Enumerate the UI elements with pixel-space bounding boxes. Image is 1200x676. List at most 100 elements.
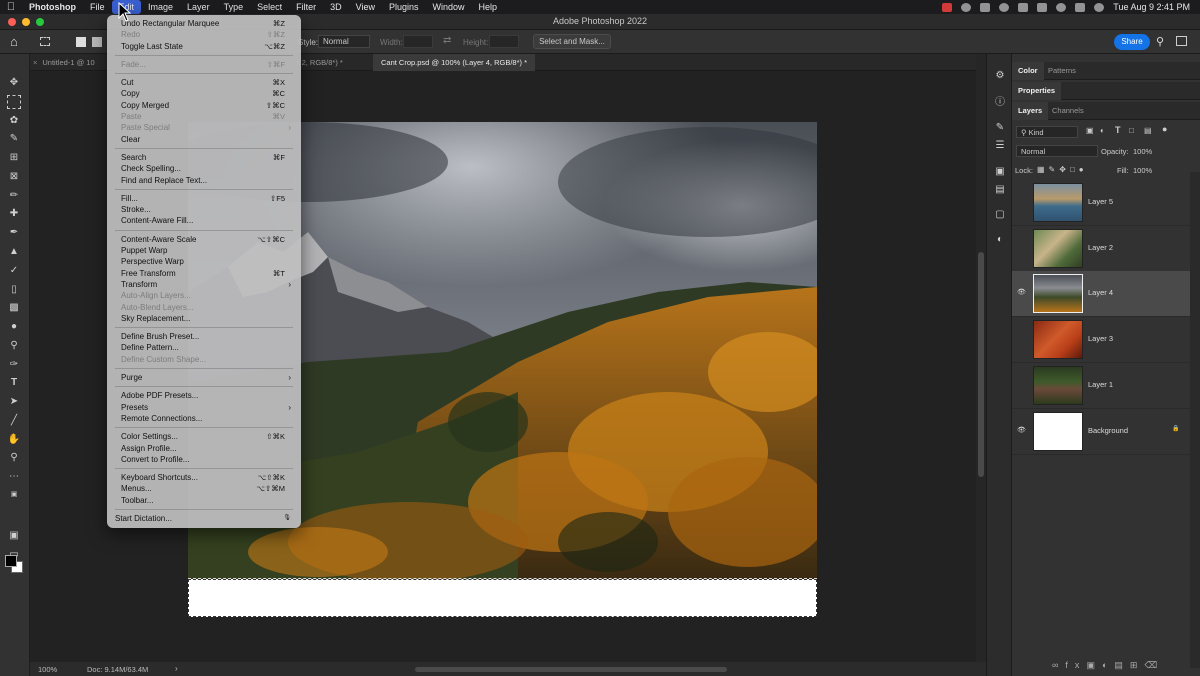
brush-tool-icon[interactable]: ✒ — [7, 226, 21, 240]
fx-icon[interactable]: fx — [1065, 660, 1086, 670]
menu-item-copy-merged[interactable]: Copy Merged ⇧⌘C — [107, 100, 301, 111]
lock-icon[interactable]: 🔒 — [1172, 425, 1179, 432]
canvas-vertical-scrollbar[interactable] — [976, 54, 986, 662]
menu-item-adobe-pdf-presets[interactable]: Adobe PDF Presets... — [107, 390, 301, 401]
tab-close-icon[interactable]: × — [33, 58, 37, 67]
wifi-icon[interactable] — [1037, 2, 1048, 12]
visibility-eye-icon[interactable]: 👁 — [1017, 288, 1027, 296]
menu-item-keyboard-shortcuts[interactable]: Keyboard Shortcuts... ⌥⇧⌘K — [107, 472, 301, 483]
filter-toggle-icon[interactable]: ● — [1162, 124, 1167, 134]
dodge-tool-icon[interactable]: ⚲ — [7, 339, 21, 353]
path-select-tool-icon[interactable]: ➤ — [7, 395, 21, 409]
menu-item-assign-profile[interactable]: Assign Profile... — [107, 443, 301, 454]
adjustment-icon[interactable]: ◐ — [1102, 660, 1114, 670]
layer-filter-select[interactable]: ⚲ Kind — [1016, 126, 1078, 138]
marquee-tool-icon[interactable] — [7, 95, 21, 109]
menu-item-toolbar[interactable]: Toolbar... — [107, 495, 301, 506]
tab-channels[interactable]: Channels — [1046, 102, 1090, 120]
menu-window[interactable]: Window — [426, 0, 472, 14]
eyedropper-tool-icon[interactable]: ✏ — [7, 189, 21, 203]
menu-item-free-transform[interactable]: Free Transform ⌘T — [107, 268, 301, 279]
workspace-icon[interactable] — [1176, 36, 1187, 46]
creative-cloud-icon[interactable] — [961, 2, 972, 12]
new-selection-icon[interactable] — [76, 37, 86, 47]
menu-item-transform[interactable]: Transform › — [107, 279, 301, 290]
menu-item-undo-rectangular-marquee[interactable]: Undo Rectangular Marquee ⌘Z — [107, 18, 301, 29]
pen-tool-icon[interactable]: ✑ — [7, 358, 21, 372]
brush-settings-icon[interactable]: ✎ — [994, 122, 1006, 134]
layer-name[interactable]: Background — [1088, 426, 1128, 435]
menu-item-content-aware-fill[interactable]: Content-Aware Fill... — [107, 215, 301, 226]
filter-type-icon[interactable]: T — [1115, 125, 1121, 135]
layer-name[interactable]: Layer 1 — [1088, 380, 1113, 389]
menu-layer[interactable]: Layer — [180, 0, 217, 14]
paragraph-icon[interactable]: ▤ — [994, 184, 1006, 196]
tab-cant-crop[interactable]: Cant Crop.psd @ 100% (Layer 4, RGB/8*) * — [373, 54, 536, 71]
select-and-mask-button[interactable]: Select and Mask... — [533, 34, 611, 49]
width-field[interactable] — [403, 35, 433, 48]
menu-item-content-aware-scale[interactable]: Content-Aware Scale ⌥⇧⌘C — [107, 234, 301, 245]
new-layer-icon[interactable]: ⊞ — [1130, 660, 1145, 670]
apple-icon[interactable]:  — [0, 1, 22, 13]
visibility-eye-icon[interactable]: 👁 — [1017, 426, 1027, 434]
styles-icon[interactable]: ▢ — [994, 209, 1006, 221]
gradient-tool-icon[interactable]: ▩ — [7, 301, 21, 315]
menu-file[interactable]: File — [83, 0, 112, 14]
control-center-icon[interactable] — [1075, 2, 1086, 12]
scrollbar-thumb[interactable] — [978, 252, 984, 477]
menu-item-search[interactable]: Search ⌘F — [107, 152, 301, 163]
layer-thumbnail[interactable] — [1033, 183, 1083, 222]
play-icon[interactable] — [999, 2, 1010, 12]
menu-item-copy[interactable]: Copy ⌘C — [107, 88, 301, 99]
filter-smart-object-icon[interactable]: ▤ — [1144, 126, 1152, 135]
zoom-level[interactable]: 100% — [38, 665, 57, 674]
menu-3d[interactable]: 3D — [323, 0, 349, 14]
menu-item-clear[interactable]: Clear — [107, 134, 301, 145]
menu-item-puppet-warp[interactable]: Puppet Warp — [107, 245, 301, 256]
line-tool-icon[interactable]: ╱ — [7, 414, 21, 428]
menu-item-fill[interactable]: Fill... ⇧F5 — [107, 193, 301, 204]
layer-row[interactable]: Layer 2 — [1012, 226, 1190, 272]
history-icon[interactable]: ⚙ — [994, 70, 1006, 82]
marquee-preset-icon[interactable] — [40, 37, 50, 46]
menu-item-toggle-last-state[interactable]: Toggle Last State ⌥⌘Z — [107, 41, 301, 52]
tab-layers[interactable]: Layers — [1012, 102, 1049, 120]
height-field[interactable] — [489, 35, 519, 48]
menu-item-stroke[interactable]: Stroke... — [107, 204, 301, 215]
healing-brush-tool-icon[interactable]: ✚ — [7, 207, 21, 221]
menu-app[interactable]: Photoshop — [22, 0, 83, 14]
layer-thumbnail[interactable] — [1033, 411, 1083, 451]
menu-select[interactable]: Select — [250, 0, 289, 14]
navigator-icon[interactable]: ◐ — [994, 234, 1006, 246]
tab-untitled[interactable]: × Untitled-1 @ 10 — [33, 54, 109, 71]
lock-options-icon[interactable]: ▦✎✥□● — [1037, 165, 1088, 174]
more-tools-icon[interactable]: ⋯ — [7, 470, 21, 484]
menu-item-menus[interactable]: Menus... ⌥⇧⌘M — [107, 483, 301, 494]
menu-image[interactable]: Image — [141, 0, 180, 14]
lasso-tool-icon[interactable]: ✿ — [7, 114, 21, 128]
quick-select-tool-icon[interactable]: ✎ — [7, 132, 21, 146]
swap-icon[interactable]: ⇄ — [443, 35, 451, 46]
home-icon[interactable]: ⌂ — [10, 34, 18, 49]
adjustments-icon[interactable]: ☰ — [994, 140, 1006, 152]
blur-tool-icon[interactable]: ● — [7, 320, 21, 334]
menu-item-remote-connections[interactable]: Remote Connections... — [107, 413, 301, 424]
menu-item-perspective-warp[interactable]: Perspective Warp — [107, 256, 301, 267]
hand-tool-icon[interactable]: ✋ — [7, 433, 21, 447]
zoom-tool-icon[interactable]: ⚲ — [7, 451, 21, 465]
quick-mask-icon[interactable]: ▣ — [7, 529, 21, 543]
layer-name[interactable]: Layer 5 — [1088, 197, 1113, 206]
default-colors-icon[interactable]: ▣ — [7, 488, 21, 502]
eraser-tool-icon[interactable]: ▯ — [7, 283, 21, 297]
share-button[interactable]: Share — [1114, 34, 1150, 50]
menu-item-presets[interactable]: Presets › — [107, 402, 301, 413]
type-tool-icon[interactable]: T — [7, 376, 21, 390]
blend-mode-select[interactable]: Normal — [1016, 145, 1098, 157]
record-icon[interactable] — [942, 2, 953, 12]
menu-item-cut[interactable]: Cut ⌘X — [107, 77, 301, 88]
group-icon[interactable]: ▤ — [1114, 660, 1130, 670]
filter-pixel-icon[interactable]: ▣ — [1086, 126, 1094, 135]
stamp-tool-icon[interactable]: ▲ — [7, 245, 21, 259]
spotlight-icon[interactable] — [1056, 2, 1067, 12]
menu-help[interactable]: Help — [472, 0, 505, 14]
